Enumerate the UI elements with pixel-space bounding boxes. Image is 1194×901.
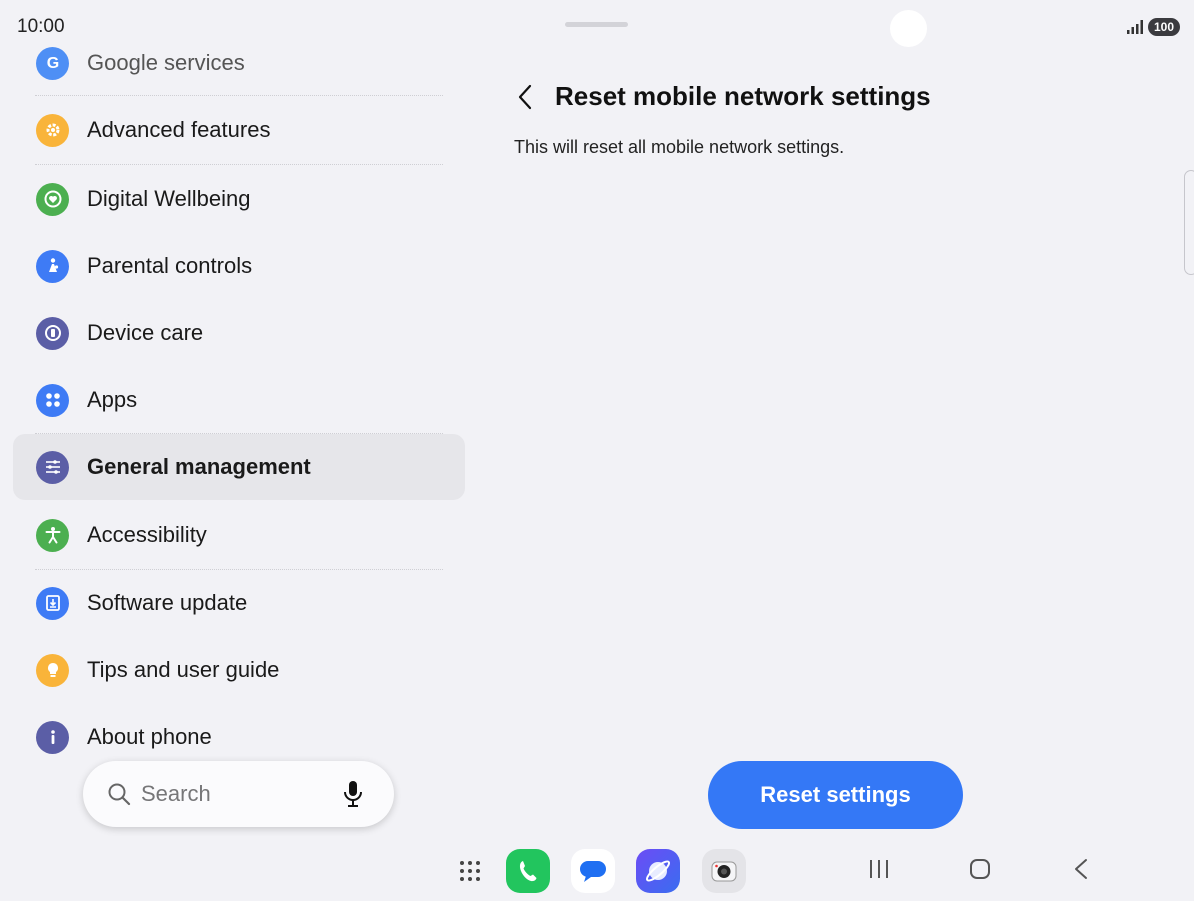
google-icon: G <box>36 46 69 80</box>
sidebar-item-general-management[interactable]: General management <box>13 434 465 500</box>
download-icon <box>36 586 69 620</box>
sidebar-item-label: Device care <box>87 320 204 345</box>
sidebar-item-label: General management <box>87 454 311 479</box>
sidebar-item-label: Tips and user guide <box>87 657 280 682</box>
drag-handle[interactable] <box>565 22 628 27</box>
sidebar-item-software-update[interactable]: Software update <box>13 570 465 636</box>
search-placeholder: Search <box>141 781 211 806</box>
divider <box>35 164 443 165</box>
sidebar-item-parental-controls[interactable]: Parental controls <box>13 233 465 299</box>
sidebar-item-label: Accessibility <box>87 522 207 547</box>
internet-app-icon[interactable] <box>636 849 680 893</box>
sidebar-item-label: Advanced features <box>87 117 271 142</box>
microphone-icon[interactable] <box>342 780 364 808</box>
planet-icon <box>645 860 671 882</box>
camera-app-icon[interactable] <box>702 849 746 893</box>
camera-cutout <box>890 10 927 47</box>
phone-icon <box>519 861 537 882</box>
sidebar-item-label: Digital Wellbeing <box>87 186 251 211</box>
sidebar-item-label: Parental controls <box>87 253 253 278</box>
page-title: Reset mobile network settings <box>555 81 931 111</box>
back-button[interactable] <box>510 80 540 114</box>
sidebar-item-accessibility[interactable]: Accessibility <box>13 502 465 568</box>
info-icon <box>36 720 69 754</box>
home-icon[interactable] <box>969 858 991 880</box>
heart-icon <box>36 182 69 216</box>
phone-app-icon[interactable] <box>506 849 550 893</box>
accessibility-icon <box>36 518 69 552</box>
camera-icon <box>711 861 737 882</box>
divider <box>35 95 443 96</box>
search-icon <box>108 783 131 806</box>
gear-icon <box>36 113 69 147</box>
sidebar-item-digital-wellbeing[interactable]: Digital Wellbeing <box>13 166 465 232</box>
settings-search-bar[interactable]: Search <box>83 761 394 827</box>
svg-text:G: G <box>46 55 58 72</box>
edge-panel-handle[interactable] <box>1184 170 1194 275</box>
detail-pane: Reset mobile network settings This will … <box>480 50 1194 840</box>
reset-settings-button[interactable]: Reset settings <box>708 761 963 829</box>
chat-bubble-icon <box>580 861 606 882</box>
page-description: This will reset all mobile network setti… <box>514 137 845 157</box>
messages-app-icon[interactable] <box>571 849 615 893</box>
taskbar <box>0 840 1194 901</box>
settings-sidebar: G Google services Advanced features Digi… <box>0 30 480 760</box>
grid-icon <box>460 861 480 881</box>
signal-icon <box>1127 20 1143 34</box>
app-drawer-icon[interactable] <box>448 849 492 893</box>
sidebar-item-advanced-features[interactable]: Advanced features <box>13 97 465 163</box>
lightbulb-icon <box>36 653 69 687</box>
sidebar-item-apps[interactable]: Apps <box>13 367 465 433</box>
sidebar-item-device-care[interactable]: Device care <box>13 300 465 366</box>
device-care-icon <box>36 316 69 350</box>
nav-back-icon[interactable] <box>1073 858 1089 880</box>
battery-badge: 100 <box>1148 18 1180 36</box>
sidebar-item-label: About phone <box>87 724 212 749</box>
sidebar-item-label: Google services <box>87 50 245 75</box>
chevron-left-icon <box>518 84 532 110</box>
sliders-icon <box>36 450 69 484</box>
apps-icon <box>36 383 69 417</box>
sidebar-item-label: Apps <box>87 387 138 412</box>
recent-apps-icon[interactable] <box>867 858 891 880</box>
sidebar-item-tips-and-user-guide[interactable]: Tips and user guide <box>13 637 465 703</box>
parent-child-icon <box>36 249 69 283</box>
sidebar-item-google-services[interactable]: G Google services <box>13 30 465 96</box>
sidebar-item-label: Software update <box>87 590 248 615</box>
